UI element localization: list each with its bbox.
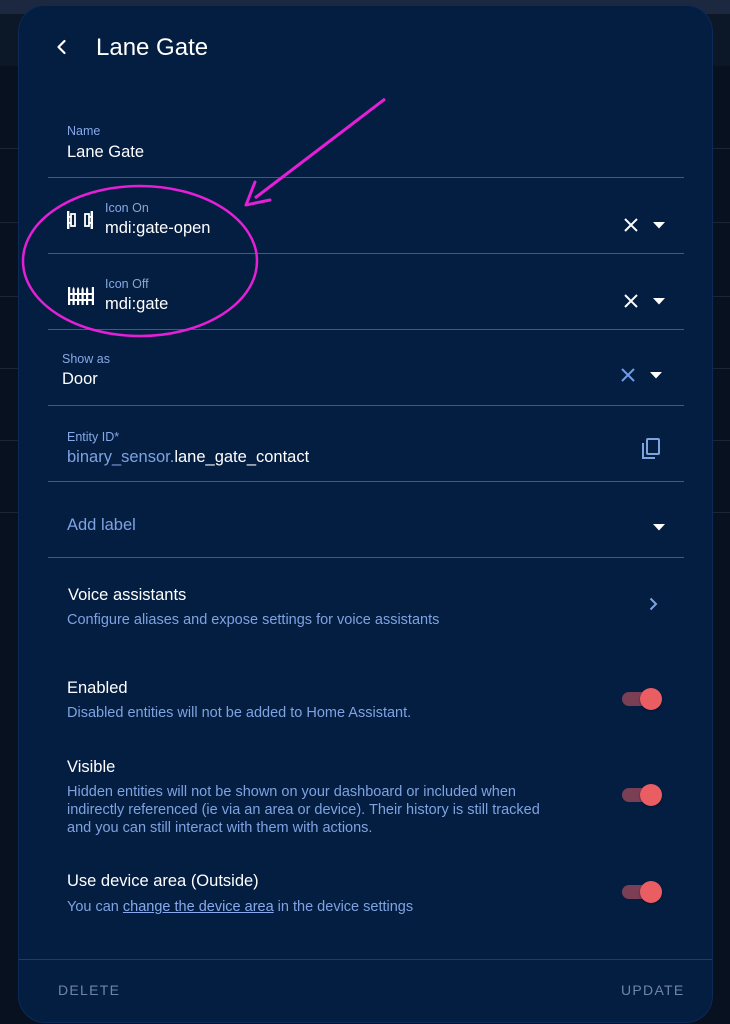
icon-on-label-sub: On	[132, 201, 149, 215]
enabled-description: Disabled entities will not be added to H…	[67, 705, 412, 721]
icon-on-value: mdi:gate-open	[105, 219, 211, 237]
icon-on-field[interactable]: Icon On mdi:gate-open	[48, 178, 684, 254]
icon-off-label-sub: Off	[132, 277, 149, 291]
clear-icon-on-button[interactable]	[620, 214, 642, 236]
back-button[interactable]	[47, 32, 77, 62]
toggle-knob	[640, 784, 662, 806]
entity-id-domain: binary_sensor.	[67, 448, 175, 466]
toggle-knob	[640, 881, 662, 903]
copy-icon	[642, 438, 660, 459]
show-as-label: Show as	[62, 352, 110, 366]
close-icon	[624, 294, 638, 308]
device-area-row: Use device area (Outside) You can change…	[48, 861, 684, 931]
gate-open-icon	[67, 211, 93, 229]
chevron-down-icon	[650, 371, 662, 378]
icon-on-label: Icon On	[105, 201, 149, 215]
icon-off-value: mdi:gate	[105, 295, 169, 313]
visible-title: Visible	[67, 758, 116, 776]
visible-description-line-2: indirectly referenced (ie via an area or…	[67, 802, 540, 818]
icon-off-label: Icon Off	[105, 277, 149, 291]
voice-assistants-title: Voice assistants	[68, 586, 187, 604]
visible-toggle[interactable]	[620, 783, 664, 807]
clear-show-as-button[interactable]	[617, 364, 639, 386]
device-area-toggle[interactable]	[620, 880, 664, 904]
icon-off-field[interactable]: Icon Off mdi:gate	[48, 254, 684, 330]
icon-off-label-main: Icon	[105, 277, 129, 291]
enabled-toggle[interactable]	[620, 687, 664, 711]
close-icon	[624, 218, 638, 232]
add-label-field[interactable]: Add label	[48, 482, 684, 558]
device-area-desc-prefix: You can	[67, 899, 123, 915]
entity-settings-dialog: Lane Gate Name Lane Gate Icon On mdi:gat…	[19, 6, 712, 1022]
device-area-title: Use device area (Outside)	[67, 872, 259, 890]
gate-icon	[68, 286, 94, 305]
delete-button[interactable]: DELETE	[58, 982, 120, 998]
chevron-right-icon	[649, 597, 658, 611]
chevron-left-icon	[57, 39, 66, 55]
enabled-row: Enabled Disabled entities will not be ad…	[48, 666, 684, 736]
name-field[interactable]: Name Lane Gate	[48, 116, 684, 178]
visible-description-line-1: Hidden entities will not be shown on you…	[67, 784, 516, 800]
add-label-dropdown-button[interactable]	[648, 516, 670, 538]
visible-description-line-3: and you can still interact with them wit…	[67, 820, 373, 836]
icon-on-label-main: Icon	[105, 201, 129, 215]
entity-id-field[interactable]: Entity ID* binary_sensor.lane_gate_conta…	[48, 406, 684, 482]
copy-entity-id-button[interactable]	[638, 436, 664, 462]
enabled-title: Enabled	[67, 679, 128, 697]
chevron-down-icon	[653, 221, 665, 228]
device-area-description: You can change the device area in the de…	[67, 898, 413, 916]
entity-id-label: Entity ID*	[67, 430, 120, 444]
entity-id-value: binary_sensor.lane_gate_contact	[67, 448, 309, 467]
show-as-value: Door	[62, 370, 98, 388]
close-icon	[621, 368, 635, 382]
dialog-header: Lane Gate	[19, 6, 712, 96]
add-label-text: Add label	[67, 516, 136, 534]
update-button[interactable]: UPDATE	[621, 982, 685, 998]
chevron-down-icon	[653, 297, 665, 304]
entity-id-object: lane_gate_contact	[174, 448, 310, 466]
name-field-value: Lane Gate	[67, 143, 145, 161]
change-device-area-link[interactable]: change the device area	[123, 899, 274, 915]
show-as-select[interactable]: Show as Door	[48, 330, 684, 406]
footer-divider	[19, 959, 712, 960]
voice-assistants-description: Configure aliases and expose settings fo…	[67, 612, 440, 628]
visible-row: Visible Hidden entities will not be show…	[48, 746, 684, 846]
toggle-knob	[640, 688, 662, 710]
dialog-title: Lane Gate	[96, 34, 209, 61]
icon-off-dropdown-button[interactable]	[648, 290, 670, 312]
name-field-label: Name	[67, 124, 101, 138]
icon-on-dropdown-button[interactable]	[648, 214, 670, 236]
show-as-dropdown-button[interactable]	[645, 364, 667, 386]
voice-assistants-row[interactable]: Voice assistants Configure aliases and e…	[48, 566, 684, 640]
chevron-down-icon	[653, 523, 665, 530]
device-area-desc-suffix: in the device settings	[273, 899, 414, 915]
clear-icon-off-button[interactable]	[620, 290, 642, 312]
